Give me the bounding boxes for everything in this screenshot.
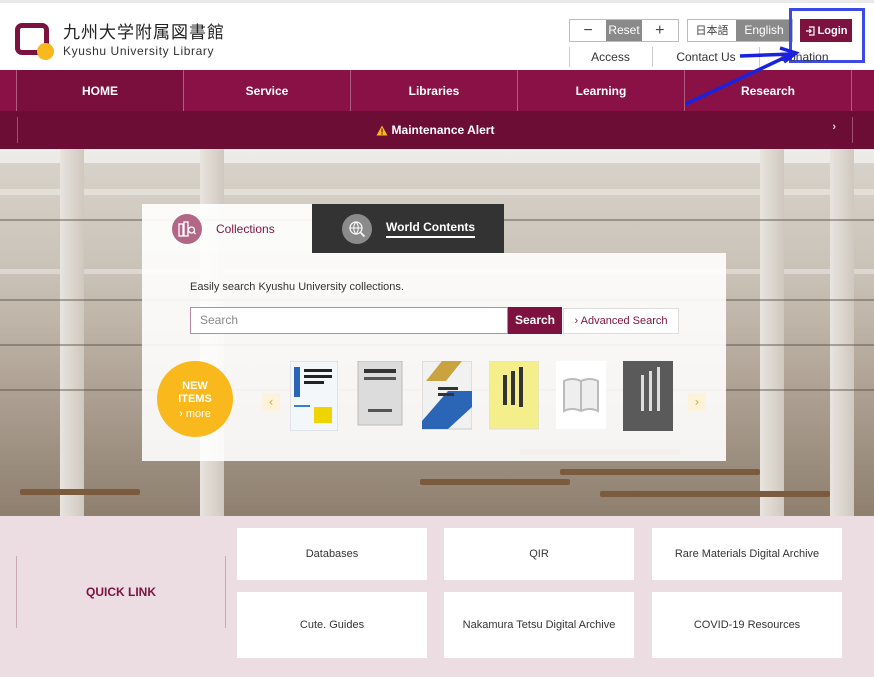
quick-link-rare-materials[interactable]: Rare Materials Digital Archive xyxy=(652,528,842,580)
chevron-right-icon: › xyxy=(179,408,186,420)
book-cover-6[interactable] xyxy=(623,361,673,431)
logo-mark-icon xyxy=(15,23,54,60)
search-input[interactable]: Search xyxy=(190,307,508,334)
book-cover-2[interactable] xyxy=(356,361,404,431)
donation-link[interactable]: Donation xyxy=(762,47,847,67)
contact-us-link[interactable]: Contact Us xyxy=(652,47,760,67)
logo-english-name: Kyushu University Library xyxy=(63,44,215,58)
carousel-prev-button[interactable]: ‹ xyxy=(262,393,280,411)
collections-icon xyxy=(172,213,202,244)
nav-research[interactable]: Research xyxy=(684,70,851,111)
logo-japanese-name: 九州大学附属図書館 xyxy=(63,23,225,43)
quick-link-covid19[interactable]: COVID-19 Resources xyxy=(652,592,842,658)
site-header: 九州大学附属図書館 Kyushu University Library − Re… xyxy=(0,0,874,70)
nav-libraries[interactable]: Libraries xyxy=(350,70,517,111)
nav-learning[interactable]: Learning xyxy=(517,70,684,111)
tab-collections[interactable]: Collections xyxy=(142,204,312,253)
quick-links-section: QUICK LINK Databases QIR Rare Materials … xyxy=(0,516,874,677)
library-logo[interactable]: 九州大学附属図書館 Kyushu University Library xyxy=(15,23,225,60)
tab-world-contents-label: World Contents xyxy=(386,220,476,238)
font-decrease-button[interactable]: − xyxy=(570,20,606,41)
quick-link-qir[interactable]: QIR xyxy=(444,528,634,580)
tab-world-contents[interactable]: World Contents xyxy=(312,204,504,253)
advanced-search-link[interactable]: › Advanced Search xyxy=(563,308,679,334)
nav-service[interactable]: Service xyxy=(183,70,350,111)
quick-link-nakamura-tetsu[interactable]: Nakamura Tetsu Digital Archive xyxy=(444,592,634,658)
new-items-label: NEW ITEMS xyxy=(178,380,212,405)
quick-link-databases[interactable]: Databases xyxy=(237,528,427,580)
lang-japanese-button[interactable]: 日本語 xyxy=(688,20,736,41)
search-description: Easily search Kyushu University collecti… xyxy=(190,281,404,293)
font-size-control: − Reset + xyxy=(569,19,679,42)
book-placeholder-icon[interactable] xyxy=(556,361,606,431)
maintenance-alert-label: Maintenance Alert xyxy=(391,123,495,137)
new-items-more-link: more xyxy=(185,408,211,420)
language-switcher: 日本語 English xyxy=(687,19,793,42)
new-items-badge[interactable]: NEW ITEMS › more xyxy=(157,361,233,437)
search-panel: Easily search Kyushu University collecti… xyxy=(142,253,726,461)
font-reset-button[interactable]: Reset xyxy=(606,20,642,41)
nav-divider xyxy=(851,70,873,111)
access-link[interactable]: Access xyxy=(569,47,651,67)
quick-link-label: QUICK LINK xyxy=(16,556,226,628)
quick-link-cute-guides[interactable]: Cute. Guides xyxy=(237,592,427,658)
tab-collections-label: Collections xyxy=(216,221,275,236)
maintenance-alert-link[interactable]: Maintenance Alert › xyxy=(17,117,853,143)
font-increase-button[interactable]: + xyxy=(642,20,678,41)
advanced-search-label: Advanced Search xyxy=(580,315,668,327)
carousel-next-button[interactable]: › xyxy=(688,393,706,411)
warning-icon xyxy=(376,125,388,135)
search-button[interactable]: Search xyxy=(508,307,562,334)
book-cover-4[interactable] xyxy=(489,361,539,431)
chevron-right-icon: › xyxy=(832,121,836,133)
main-nav: HOME Service Libraries Learning Research xyxy=(0,70,874,111)
nav-home[interactable]: HOME xyxy=(16,70,183,111)
book-cover-3[interactable] xyxy=(422,361,472,431)
lang-english-button[interactable]: English xyxy=(736,20,792,41)
maintenance-alert-bar: Maintenance Alert › xyxy=(0,111,874,149)
book-cover-1[interactable] xyxy=(290,361,338,431)
globe-search-icon xyxy=(342,213,372,244)
search-tabs: Collections World Contents xyxy=(142,204,504,253)
